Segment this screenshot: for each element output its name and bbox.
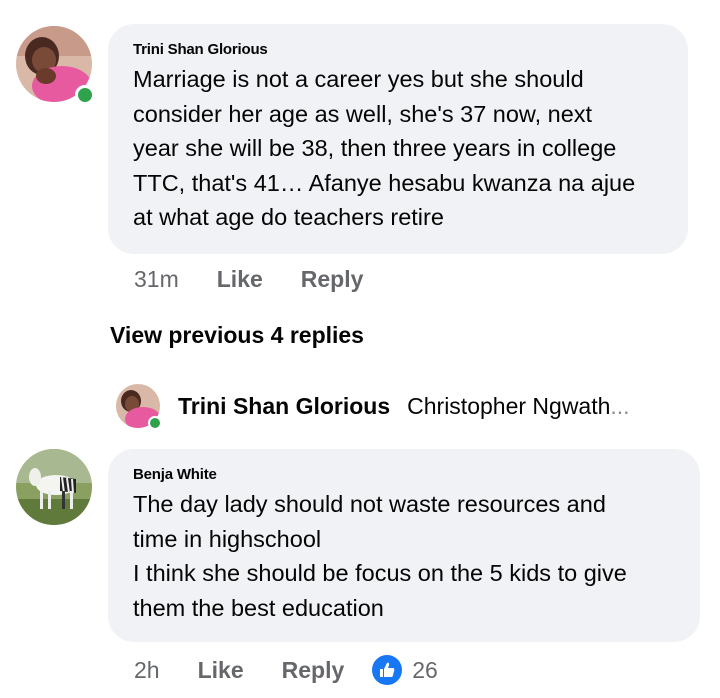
like-button[interactable]: Like [217, 266, 263, 293]
avatar[interactable] [16, 449, 92, 525]
view-previous-replies-link[interactable]: View previous 4 replies [110, 322, 364, 349]
reaction-summary[interactable]: 26 [370, 653, 438, 687]
comment-text: The day lady should not waste resources … [133, 491, 627, 621]
comment-bubble[interactable]: Benja White The day lady should not wast… [108, 449, 700, 642]
comment-author[interactable]: Benja White [133, 466, 680, 483]
thumbs-up-icon [370, 653, 405, 687]
reply-snippet-text: Christopher Ngwath [407, 392, 611, 419]
comment-actions: 31m Like Reply [134, 266, 363, 293]
comment-actions: 2h Like Reply 26 [134, 650, 438, 690]
comment-text: Marriage is not a career yes but she sho… [133, 66, 636, 230]
reply-snippet: Christopher Ngwath... [407, 393, 629, 420]
reply-button[interactable]: Reply [301, 266, 364, 293]
reply-author[interactable]: Trini Shan Glorious [178, 393, 390, 420]
reply-preview-row[interactable]: Trini Shan Glorious Christopher Ngwath..… [116, 380, 630, 432]
reply-avatar [116, 384, 162, 430]
comment-timestamp[interactable]: 31m [134, 266, 179, 293]
comment-bubble[interactable]: Trini Shan Glorious Marriage is not a ca… [108, 24, 688, 254]
reply-button[interactable]: Reply [282, 657, 345, 684]
avatar[interactable] [16, 26, 95, 105]
like-button[interactable]: Like [198, 657, 244, 684]
reply-ellipsis: ... [610, 392, 630, 419]
online-status-dot [75, 85, 95, 105]
comment-timestamp[interactable]: 2h [134, 657, 160, 684]
comment-author[interactable]: Trini Shan Glorious [133, 41, 668, 58]
reaction-count: 26 [412, 656, 438, 683]
profile-photo-icon [16, 449, 92, 525]
online-status-dot [148, 416, 162, 430]
